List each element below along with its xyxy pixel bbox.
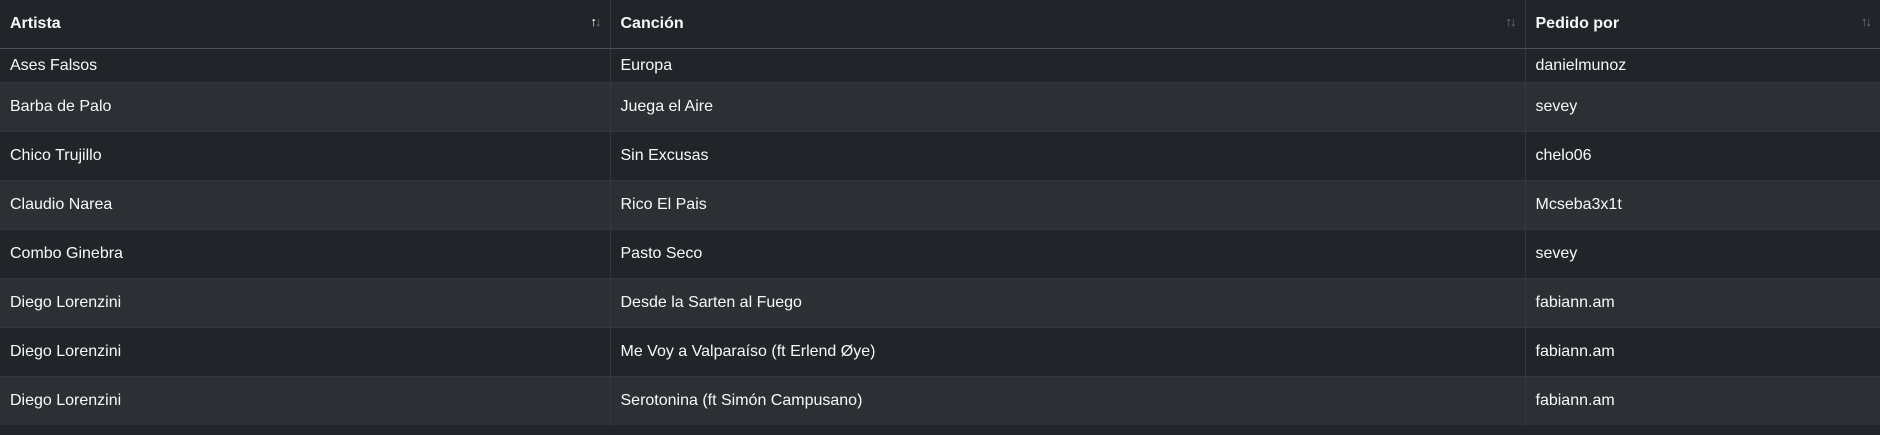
songs-table: Artista ↑↓ Canción ↑↓ Pedido por ↑↓ Ases… (0, 0, 1880, 425)
cell-artista: Barba de Palo (0, 82, 611, 132)
sort-asc-icon[interactable]: ↑↓ (591, 14, 602, 29)
table-row[interactable]: Barba de Palo Juega el Aire sevey (0, 82, 1880, 132)
table-row[interactable]: Ases Falsos Europa danielmunoz (0, 48, 1880, 83)
table-row[interactable]: Diego Lorenzini Serotonina (ft Simón Camp… (0, 376, 1880, 425)
cell-cancion: Juega el Aire (610, 82, 1526, 132)
column-header-pedido-por[interactable]: Pedido por ↑↓ (1525, 0, 1880, 49)
cell-cancion: Europa (610, 48, 1526, 83)
sort-icon[interactable]: ↑↓ (1861, 14, 1872, 29)
cell-artista: Diego Lorenzini (0, 327, 611, 377)
cell-cancion: Rico El Pais (610, 180, 1526, 230)
cell-cancion: Serotonina (ft Simón Campusano) (610, 376, 1526, 425)
table-row[interactable]: Claudio Narea Rico El Pais Mcseba3x1t (0, 180, 1880, 230)
table-header: Artista ↑↓ Canción ↑↓ Pedido por ↑↓ (0, 0, 1880, 49)
column-label: Artista (10, 15, 61, 32)
cell-pedido-por: fabiann.am (1525, 278, 1880, 328)
cell-cancion: Me Voy a Valparaíso (ft Erlend Øye) (610, 327, 1526, 377)
column-label: Pedido por (1535, 15, 1620, 32)
column-header-cancion[interactable]: Canción ↑↓ (610, 0, 1526, 49)
cell-pedido-por: Mcseba3x1t (1525, 180, 1880, 230)
cell-cancion: Desde la Sarten al Fuego (610, 278, 1526, 328)
cell-artista: Diego Lorenzini (0, 278, 611, 328)
cell-artista: Diego Lorenzini (0, 376, 611, 425)
cell-artista: Ases Falsos (0, 48, 611, 83)
cell-pedido-por: sevey (1525, 82, 1880, 132)
cell-pedido-por: fabiann.am (1525, 376, 1880, 425)
cell-artista: Combo Ginebra (0, 229, 611, 279)
table-row[interactable]: Chico Trujillo Sin Excusas chelo06 (0, 131, 1880, 181)
table-body: Ases Falsos Europa danielmunoz Barba de Pal… (0, 48, 1880, 425)
table-row[interactable]: Diego Lorenzini Me Voy a Valparaíso (ft E… (0, 327, 1880, 377)
cell-pedido-por: danielmunoz (1525, 48, 1880, 83)
cell-pedido-por: chelo06 (1525, 131, 1880, 181)
cell-cancion: Pasto Seco (610, 229, 1526, 279)
cell-artista: Claudio Narea (0, 180, 611, 230)
table-row[interactable]: Diego Lorenzini Desde la Sarten al Fuego f… (0, 278, 1880, 328)
cell-cancion: Sin Excusas (610, 131, 1526, 181)
cell-pedido-por: sevey (1525, 229, 1880, 279)
header-row: Artista ↑↓ Canción ↑↓ Pedido por ↑↓ (0, 0, 1880, 49)
table-row[interactable]: Combo Ginebra Pasto Seco sevey (0, 229, 1880, 279)
column-label: Canción (620, 15, 684, 32)
cell-pedido-por: fabiann.am (1525, 327, 1880, 377)
sort-icon[interactable]: ↑↓ (1506, 14, 1517, 29)
cell-artista: Chico Trujillo (0, 131, 611, 181)
column-header-artista[interactable]: Artista ↑↓ (0, 0, 611, 49)
